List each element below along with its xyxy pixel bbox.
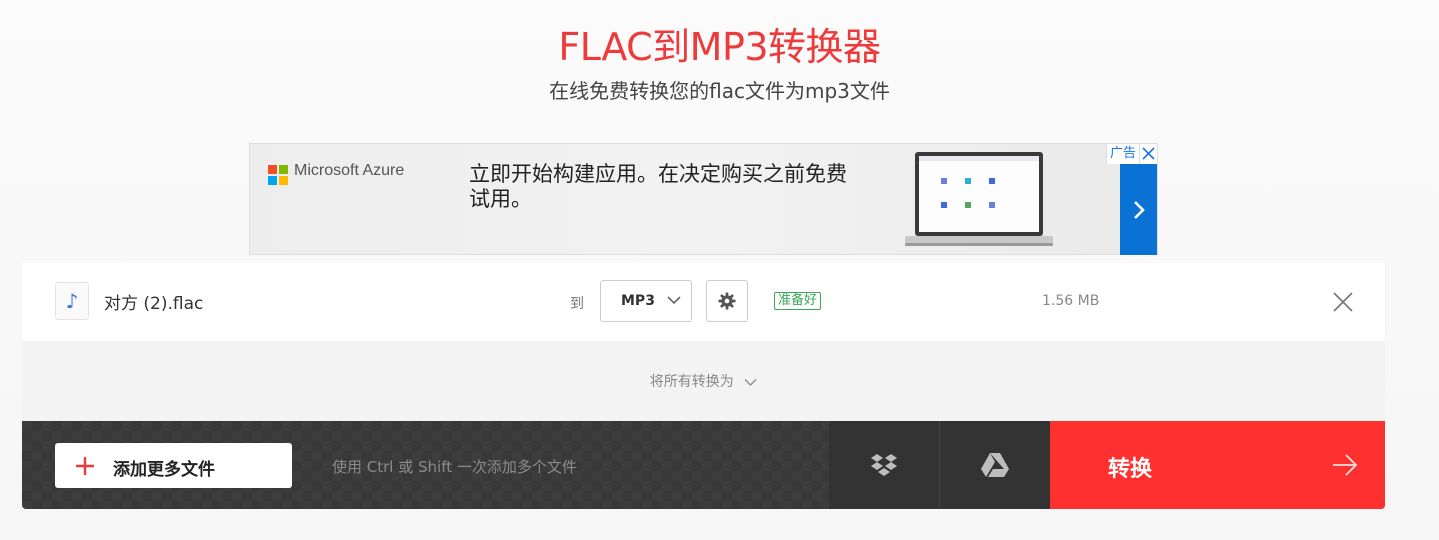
ad-brand: Microsoft Azure	[294, 162, 405, 179]
ad-text[interactable]: 立即开始构建应用。在决定购买之前免费试用。	[469, 162, 859, 212]
format-value: MP3	[621, 293, 655, 309]
microsoft-logo	[268, 165, 288, 185]
convert-all-dropdown[interactable]: 将所有转换为	[22, 371, 1385, 391]
page-subtitle: 在线免费转换您的flac文件为mp3文件	[549, 79, 890, 103]
bottom-bar: 添加更多文件 使用 Ctrl 或 Shift 一次添加多个文件 转换	[22, 421, 1385, 509]
settings-button[interactable]	[706, 280, 748, 322]
google-drive-icon	[981, 453, 1009, 477]
format-select[interactable]: MP3	[600, 280, 692, 322]
google-drive-button[interactable]	[940, 421, 1050, 509]
laptop-image	[905, 152, 1053, 246]
dropbox-icon	[871, 454, 897, 476]
ad-next-button[interactable]	[1120, 164, 1157, 255]
close-icon[interactable]	[1139, 144, 1157, 164]
add-files-label: 添加更多文件	[113, 460, 215, 480]
dropbox-button[interactable]	[829, 421, 940, 509]
plus-icon	[76, 457, 94, 475]
ad-banner[interactable]: Microsoft Azure 立即开始构建应用。在决定购买之前免费试用。 广告	[249, 143, 1158, 255]
convert-label: 转换	[1108, 457, 1153, 482]
to-label: 到	[570, 296, 584, 312]
convert-button[interactable]: 转换	[1050, 421, 1385, 509]
gear-icon	[718, 292, 736, 310]
close-icon[interactable]	[1332, 291, 1354, 313]
chevron-down-icon	[744, 378, 757, 386]
chevron-right-icon	[1133, 200, 1145, 219]
arrow-right-icon	[1333, 454, 1358, 476]
add-files-button[interactable]: 添加更多文件	[55, 443, 292, 488]
file-row: ♪ 对方 (2).flac 到 MP3 准备好 1.56 MB	[22, 263, 1385, 341]
status-badge: 准备好	[774, 292, 822, 310]
ad-badge[interactable]: 广告	[1105, 144, 1157, 164]
chevron-down-icon	[667, 296, 681, 305]
multi-select-hint: 使用 Ctrl 或 Shift 一次添加多个文件	[332, 458, 577, 476]
ad-label: 广告	[1109, 146, 1136, 161]
convert-all-label: 将所有转换为	[649, 374, 734, 390]
page-title: FLAC到MP3转换器	[558, 25, 881, 69]
file-name: 对方 (2).flac	[104, 294, 204, 314]
music-note-icon: ♪	[55, 282, 89, 320]
convert-all-row: 将所有转换为	[22, 341, 1385, 421]
file-size: 1.56 MB	[1042, 293, 1100, 309]
